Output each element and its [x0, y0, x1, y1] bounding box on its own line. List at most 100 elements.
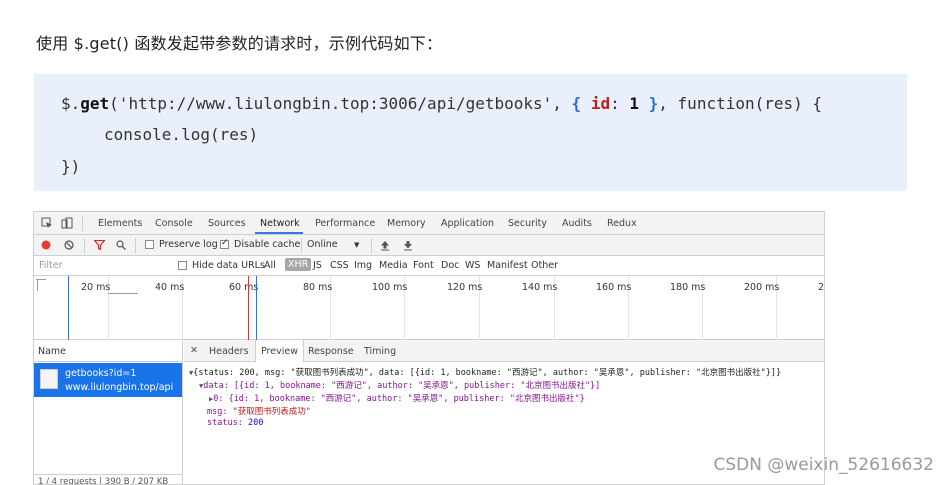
active-tab-indicator: [255, 232, 303, 234]
code-token-number: 1: [629, 94, 639, 113]
json-item-line[interactable]: ▶0: {id: 1, bookname: "西游记", author: "吴承…: [209, 392, 585, 404]
tab-redux[interactable]: Redux: [607, 218, 637, 229]
tab-preview[interactable]: Preview: [255, 340, 304, 362]
timeline-tick-label: 2:: [818, 282, 825, 293]
json-key: status:: [207, 418, 248, 428]
tab-security[interactable]: Security: [508, 218, 547, 229]
load-event-marker: [248, 276, 249, 340]
tab-console[interactable]: Console: [155, 218, 193, 229]
code-block: $.get('http://www.liulongbin.top:3006/ap…: [34, 74, 907, 191]
request-row[interactable]: getbooks?id=1 www.liulongbin.top/api: [34, 363, 182, 397]
filter-type-ws[interactable]: WS: [465, 260, 480, 271]
timeline-bar: [108, 293, 138, 294]
timeline-bar: [37, 279, 38, 291]
requests-summary: 1 / 4 requests | 390 B / 207 KB: [34, 474, 182, 484]
code-line-1: $.get('http://www.liulongbin.top:3006/ap…: [61, 94, 822, 113]
json-string-value: "获取图书列表成功": [232, 407, 311, 417]
chevron-down-icon[interactable]: ▼: [354, 241, 359, 249]
filter-type-font[interactable]: Font: [413, 260, 434, 271]
filter-type-img[interactable]: Img: [354, 260, 372, 271]
code-line-2: console.log(res): [104, 125, 259, 144]
timeline-tick-label: 100 ms: [372, 282, 408, 293]
timeline-tick-label: 180 ms: [670, 282, 706, 293]
code-token: , function(res) {: [658, 94, 823, 113]
filter-type-manifest[interactable]: Manifest: [487, 260, 528, 271]
timeline-tick-label: 40 ms: [155, 282, 185, 293]
json-text: {status: 200, msg: "获取图书列表成功", data: [{i…: [193, 368, 782, 378]
filter-input[interactable]: Filter: [37, 259, 169, 273]
json-status-line: status: 200: [207, 418, 263, 428]
timeline-tick-label: 140 ms: [522, 282, 558, 293]
name-column-header[interactable]: Name: [34, 340, 182, 362]
watermark: CSDN @weixin_52616632: [713, 455, 934, 475]
json-text: 0: {id: 1, bookname: "西游记", author: "吴承恩…: [213, 394, 585, 404]
json-data-line[interactable]: ▼data: [{id: 1, bookname: "西游记", author:…: [199, 379, 600, 391]
json-msg-line: msg: "获取图书列表成功": [207, 405, 311, 417]
network-overview-timeline[interactable]: 20 ms 40 ms 60 ms 80 ms 100 ms 120 ms 14…: [34, 276, 824, 340]
tab-performance[interactable]: Performance: [315, 218, 375, 229]
dom-content-loaded-marker: [256, 276, 257, 340]
timeline-tick-label: 60 ms: [229, 282, 259, 293]
request-name: getbooks?id=1: [65, 368, 137, 379]
timeline-tick-label: 160 ms: [596, 282, 632, 293]
close-icon[interactable]: ✕: [190, 345, 198, 356]
code-token: ('http://www.liulongbin.top:3006/api/get…: [109, 94, 572, 113]
tab-response[interactable]: Response: [308, 346, 354, 357]
search-icon[interactable]: [116, 240, 126, 250]
code-token-get: get: [80, 94, 110, 113]
devtools-panel: Elements Console Sources Network Perform…: [33, 211, 825, 485]
code-line-3: }): [61, 157, 81, 176]
disable-cache-checkbox[interactable]: [220, 238, 229, 249]
export-har-icon[interactable]: [403, 240, 413, 251]
tab-memory[interactable]: Memory: [387, 218, 426, 229]
filter-type-xhr[interactable]: XHR: [285, 258, 312, 271]
filter-type-doc[interactable]: Doc: [441, 260, 459, 271]
timeline-tick-label: 120 ms: [447, 282, 483, 293]
filter-bar: Filter Hide data URLs All XHR JS CSS Img…: [34, 256, 824, 276]
import-har-icon[interactable]: [380, 240, 390, 251]
hide-data-urls-checkbox[interactable]: [178, 261, 187, 270]
filter-type-css[interactable]: CSS: [330, 260, 349, 271]
preserve-log-label: Preserve log: [159, 239, 218, 250]
devtools-tab-bar: Elements Console Sources Network Perform…: [34, 212, 824, 235]
hide-data-urls-label: Hide data URLs: [192, 260, 265, 271]
json-key: msg:: [207, 407, 233, 417]
request-list: Name getbooks?id=1 www.liulongbin.top/ap…: [34, 340, 183, 484]
tab-timing[interactable]: Timing: [364, 346, 396, 357]
tab-application[interactable]: Application: [441, 218, 494, 229]
request-host: www.liulongbin.top/api: [65, 382, 174, 393]
code-token: :: [610, 94, 630, 113]
tab-network[interactable]: Network: [260, 218, 300, 229]
json-text: data: [{id: 1, bookname: "西游记", author: …: [203, 381, 601, 391]
code-token-key: id: [590, 94, 611, 113]
intro-text: 使用 $.get() 函数发起带参数的请求时，示例代码如下：: [36, 34, 443, 53]
code-token-brace: }: [648, 94, 659, 113]
throttling-select[interactable]: Online: [307, 239, 338, 250]
record-icon[interactable]: [41, 240, 51, 250]
dom-content-loaded-marker: [68, 276, 69, 340]
tab-elements[interactable]: Elements: [98, 218, 142, 229]
detail-tab-bar: ✕ Headers Preview Response Timing: [184, 340, 824, 362]
device-toolbar-icon[interactable]: [61, 217, 73, 229]
filter-type-media[interactable]: Media: [379, 260, 408, 271]
filter-icon[interactable]: [94, 240, 105, 250]
inspect-element-icon[interactable]: [41, 217, 53, 229]
network-toolbar: Preserve log Disable cache Online ▼: [34, 235, 824, 256]
tab-headers[interactable]: Headers: [209, 346, 249, 357]
disable-cache-label: Disable cache: [234, 239, 301, 250]
filter-type-js[interactable]: JS: [313, 260, 322, 271]
timeline-tick-label: 200 ms: [744, 282, 780, 293]
filter-type-all[interactable]: All: [264, 260, 276, 271]
code-token-brace: {: [571, 94, 582, 113]
timeline-tick-label: 80 ms: [303, 282, 333, 293]
file-icon: [40, 369, 58, 389]
tab-audits[interactable]: Audits: [562, 218, 592, 229]
timeline-tick-label: 20 ms: [81, 282, 111, 293]
preserve-log-checkbox[interactable]: [145, 240, 154, 249]
json-root-line[interactable]: ▼{status: 200, msg: "获取图书列表成功", data: [{…: [189, 366, 781, 378]
tab-sources[interactable]: Sources: [208, 218, 246, 229]
clear-icon[interactable]: [64, 240, 74, 250]
filter-type-other[interactable]: Other: [531, 260, 558, 271]
code-token: $.: [61, 94, 81, 113]
json-number-value: 200: [247, 418, 264, 428]
